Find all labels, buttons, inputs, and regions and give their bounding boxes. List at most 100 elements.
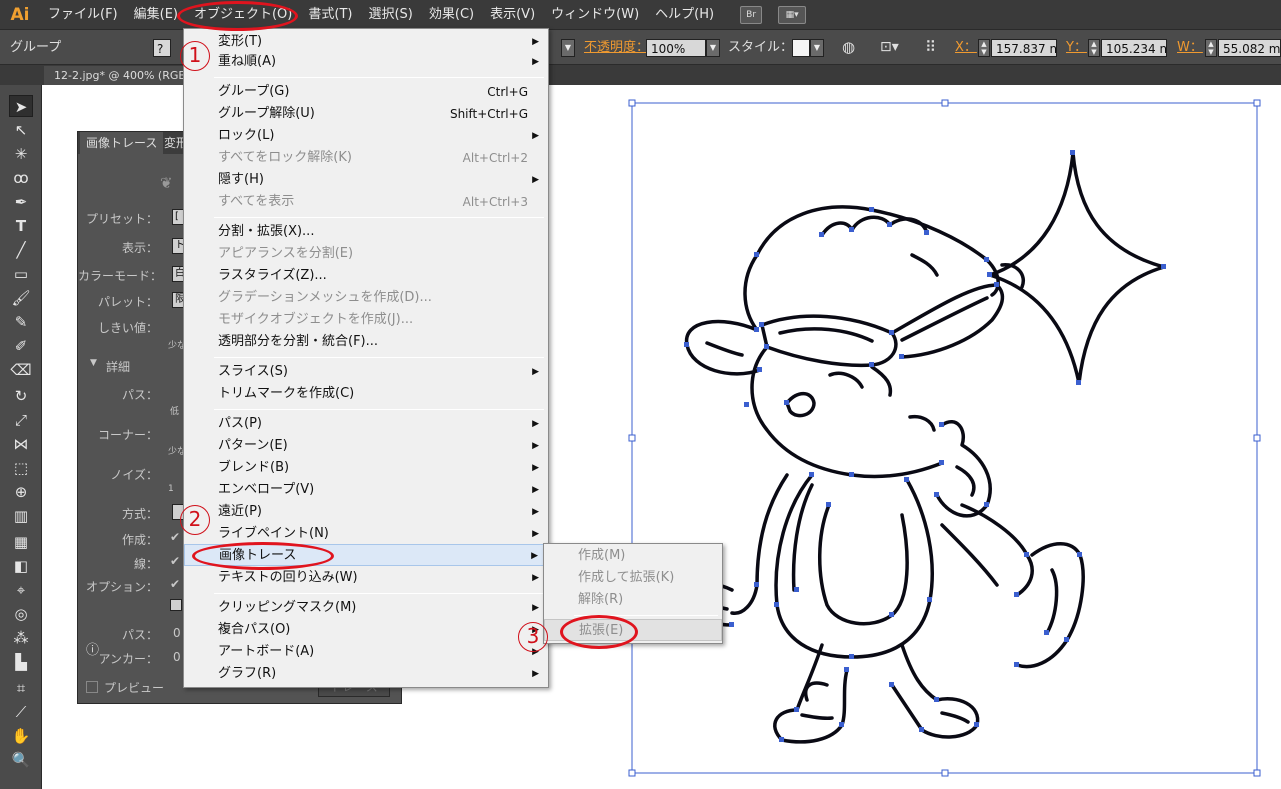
free-transform-tool-icon[interactable]: ⬚ <box>9 457 33 479</box>
preview-checkbox[interactable] <box>86 681 98 693</box>
paintbrush-tool-icon[interactable]: 🖌 <box>9 287 33 309</box>
selection-tool-icon[interactable]: ➤ <box>9 95 33 117</box>
perspective-grid-tool-icon[interactable]: ▥ <box>9 505 33 527</box>
artboard-tool-icon[interactable]: ⌗ <box>9 677 33 699</box>
menu-item-clipping-mask[interactable]: クリッピングマスク(M) ▶ <box>184 597 548 619</box>
create-fills-checkbox-icon[interactable]: ✔ <box>170 530 180 544</box>
menu-item-lock[interactable]: ロック(L) ▶ <box>184 125 548 147</box>
illustrator-logo: Ai <box>10 4 30 25</box>
direct-selection-tool-icon[interactable]: ↖ <box>9 119 33 141</box>
rectangle-tool-icon[interactable]: ▭ <box>9 263 33 285</box>
symbol-sprayer-tool-icon[interactable]: ⁂ <box>9 627 33 649</box>
scale-tool-icon[interactable]: ⤢ <box>9 409 33 431</box>
menu-type[interactable]: 書式(T) <box>300 0 360 30</box>
menu-item-arrange[interactable]: 重ね順(A) ▶ <box>184 51 548 73</box>
mesh-tool-icon[interactable]: ▦ <box>9 531 33 553</box>
menu-item-slice[interactable]: スライス(S) ▶ <box>184 361 548 383</box>
zoom-tool-icon[interactable]: 🔍 <box>9 749 33 771</box>
menu-item-path[interactable]: パス(P) ▶ <box>184 413 548 435</box>
tab-image-trace[interactable]: 画像トレース <box>80 132 164 154</box>
display-label: 表示： <box>121 241 158 255</box>
menu-item-envelope[interactable]: エンベロープ(V) ▶ <box>184 479 548 501</box>
noise-label: ノイズ： <box>110 468 158 482</box>
anchor-points <box>684 150 1166 742</box>
menu-item-hide[interactable]: 隠す(H) ▶ <box>184 169 548 191</box>
noise-min-label: 1 <box>168 484 174 494</box>
menu-item-create-trim-marks[interactable]: トリムマークを作成(C) <box>184 383 548 405</box>
pencil-tool-icon[interactable]: ✎ <box>9 311 33 333</box>
menu-item-flatten-transparency[interactable]: 透明部分を分割・統合(F)... <box>184 331 548 353</box>
blob-brush-tool-icon[interactable]: ✐ <box>9 335 33 357</box>
magic-wand-tool-icon[interactable]: ✳ <box>9 143 33 165</box>
submenu-arrow-icon: ▶ <box>532 37 539 47</box>
x-spinner-icon[interactable]: ▲ ▼ <box>978 39 990 57</box>
snap-curves-checkbox-icon[interactable]: ✔ <box>170 577 180 591</box>
menu-item-transform[interactable]: 変形(T) ▶ <box>184 31 548 53</box>
recolor-icon[interactable]: ◍ <box>842 30 855 65</box>
menu-item-artboards[interactable]: アートボード(A) ▶ <box>184 641 548 663</box>
pen-tool-icon[interactable]: ✒ <box>9 191 33 213</box>
slice-tool-icon[interactable]: ⟋ <box>9 701 33 723</box>
y-spinner-icon[interactable]: ▲ ▼ <box>1088 39 1100 57</box>
style-label: スタイル： <box>728 40 794 55</box>
menu-window[interactable]: ウィンドウ(W) <box>543 0 647 30</box>
menu-separator <box>214 77 544 78</box>
menu-view[interactable]: 表示(V) <box>482 0 543 30</box>
arrange-documents-icon[interactable]: ▦▾ <box>778 5 807 24</box>
stroke-checkbox-icon[interactable]: ✔ <box>170 554 180 568</box>
menu-item-live-paint[interactable]: ライブペイント(N) ▶ <box>184 523 548 545</box>
menu-item-graph[interactable]: グラフ(R) ▶ <box>184 663 548 685</box>
menu-item-ungroup[interactable]: グループ解除(U) Shift+Ctrl+G <box>184 103 548 125</box>
menu-item-blend[interactable]: ブレンド(B) ▶ <box>184 457 548 479</box>
bounding-box-handles <box>628 99 1261 777</box>
annotation-ellipse-expand <box>560 615 638 649</box>
opacity-label[interactable]: 不透明度： <box>584 30 649 65</box>
menu-item-perspective[interactable]: 遠近(P) ▶ <box>184 501 548 523</box>
help-icon[interactable]: ? <box>153 39 171 57</box>
auto-color-icon[interactable]: ❦ <box>160 174 173 192</box>
eraser-tool-icon[interactable]: ⌫ <box>9 359 33 381</box>
rotate-tool-icon[interactable]: ↻ <box>9 385 33 407</box>
type-tool-icon[interactable]: T <box>9 215 33 237</box>
document-tab[interactable]: 12-2.jpg* @ 400% (RGB/プ <box>44 66 194 85</box>
shape-builder-tool-icon[interactable]: ⊕ <box>9 481 33 503</box>
stroke-dropdown-icon[interactable]: ▼ <box>561 39 575 57</box>
submenu-arrow-icon: ▶ <box>532 529 539 539</box>
menu-item-group[interactable]: グループ(G) Ctrl+G <box>184 81 548 103</box>
paths-count-label: パス： <box>121 628 158 642</box>
hand-tool-icon[interactable]: ✋ <box>9 725 33 747</box>
menu-item-compound-path[interactable]: 複合パス(O) ▶ <box>184 619 548 641</box>
graph-tool-icon[interactable]: ▙ <box>9 651 33 673</box>
selection-bounding-box <box>631 102 1258 774</box>
blend-tool-icon[interactable]: ◎ <box>9 603 33 625</box>
menu-item-text-wrap[interactable]: テキストの回り込み(W) ▶ <box>184 567 548 589</box>
width-tool-icon[interactable]: ⋈ <box>9 433 33 455</box>
style-dropdown-icon[interactable]: ▼ <box>810 39 824 57</box>
menu-file[interactable]: ファイル(F) <box>40 0 126 30</box>
reference-point-icon[interactable]: ⠿ <box>925 30 936 65</box>
menu-item-rasterize[interactable]: ラスタライズ(Z)... <box>184 265 548 287</box>
menu-effect[interactable]: 効果(C) <box>421 0 482 30</box>
annotation-ellipse-image-trace <box>192 542 334 570</box>
w-spinner-icon[interactable]: ▲ ▼ <box>1205 39 1217 57</box>
align-icon[interactable]: ⊡▾ <box>880 30 899 65</box>
style-swatch[interactable] <box>792 39 810 57</box>
w-input[interactable]: 55.082 m <box>1218 39 1281 57</box>
menu-help[interactable]: ヘルプ(H) <box>647 0 722 30</box>
eyedropper-tool-icon[interactable]: ⌖ <box>9 579 33 601</box>
line-tool-icon[interactable]: ╱ <box>9 239 33 261</box>
opacity-dropdown-icon[interactable]: ▼ <box>706 39 720 57</box>
menu-item-expand[interactable]: 分割・拡張(X)... <box>184 221 548 243</box>
ignore-white-checkbox[interactable] <box>170 599 182 611</box>
details-disclosure-icon[interactable]: ▼ <box>90 358 97 368</box>
bridge-icon[interactable]: Br <box>740 5 763 24</box>
opacity-input[interactable]: 100% <box>646 39 706 57</box>
menu-select[interactable]: 選択(S) <box>360 0 420 30</box>
y-input[interactable]: 105.234 n <box>1101 39 1167 57</box>
lasso-tool-icon[interactable]: ꝏ <box>9 167 33 189</box>
gradient-tool-icon[interactable]: ◧ <box>9 555 33 577</box>
menu-item-pattern[interactable]: パターン(E) ▶ <box>184 435 548 457</box>
annotation-number-1: 1 <box>180 41 210 71</box>
x-input[interactable]: 157.837 n <box>991 39 1057 57</box>
submenu-arrow-icon: ▶ <box>532 603 539 613</box>
